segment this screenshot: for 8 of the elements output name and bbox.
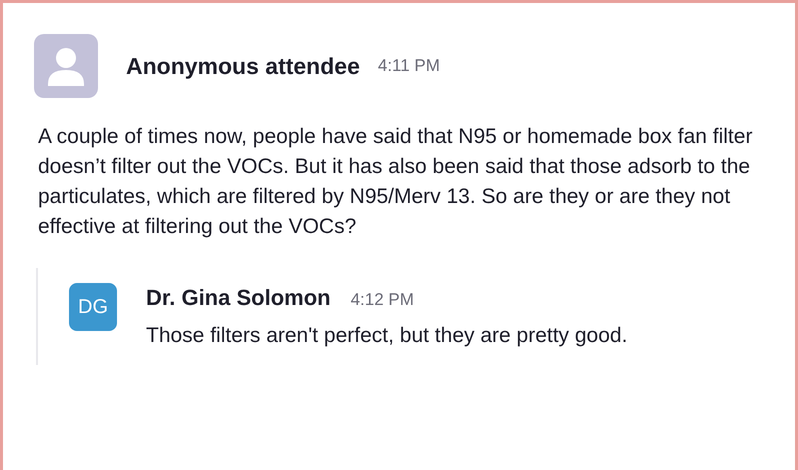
message-time: 4:12 PM bbox=[350, 290, 414, 310]
author-name: Dr. Gina Solomon bbox=[146, 285, 331, 311]
message-time: 4:11 PM bbox=[378, 56, 440, 76]
message-text: A couple of times now, people have said that N95 or homemade box fan filter doesn’t filter out the VOCs. But it has also been said that those adsorb to the particulates, which are filtered by N95/Merv 13. So are they or are they not effective at filtering out the VOCs? bbox=[38, 124, 754, 240]
initials-avatar: DG bbox=[69, 283, 117, 331]
reply-text: Those filters aren't perfect, but they are pretty good. bbox=[146, 323, 628, 349]
avatar-silhouette-icon bbox=[34, 34, 98, 98]
author-name: Anonymous attendee bbox=[126, 52, 360, 80]
